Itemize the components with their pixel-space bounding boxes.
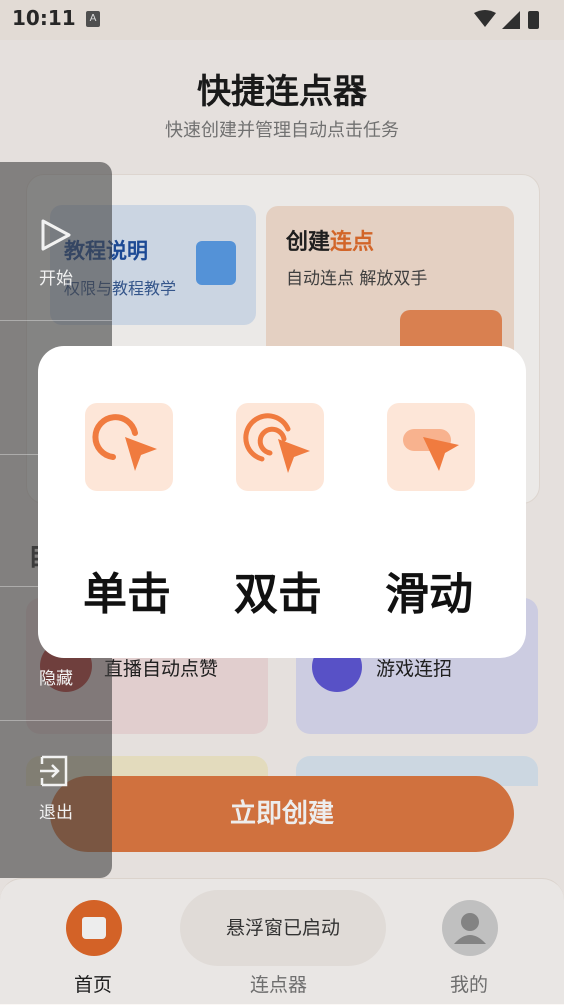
side-start-label: 开始 [39,269,73,289]
double-click-label: 双击 [234,569,322,620]
side-exit-button[interactable]: 退出 [0,740,112,874]
double-click-option[interactable]: 双击 [203,346,353,658]
swipe-icon [387,403,475,491]
side-start-button[interactable]: 开始 [0,200,112,334]
single-click-option[interactable]: 单击 [52,346,202,658]
side-divider [0,720,112,721]
side-exit-label: 退出 [39,803,73,823]
side-divider [0,320,112,321]
exit-icon [40,755,68,787]
single-click-label: 单击 [83,569,171,620]
double-click-icon [236,403,324,491]
toast-message: 悬浮窗已启动 [180,890,386,966]
single-click-icon [85,403,173,491]
swipe-label: 滑动 [385,569,473,620]
swipe-option[interactable]: 滑动 [354,346,504,658]
click-mode-dialog: 单击 双击 滑动 [38,346,526,658]
play-icon [41,219,71,251]
side-hide-label: 隐藏 [39,669,73,689]
